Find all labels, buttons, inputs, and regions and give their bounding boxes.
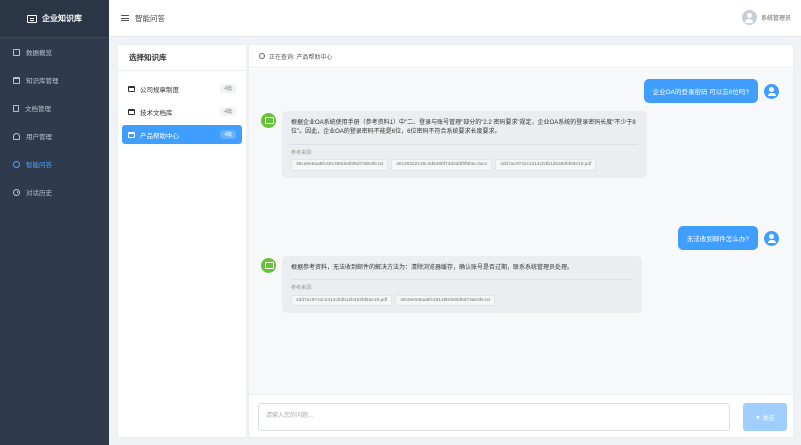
reference-file[interactable]: 4dd7ac9742c2414cb3b12b492fd63e19.pdf [495, 159, 597, 171]
sidebar-item-qa[interactable]: 智能问答 [0, 150, 109, 178]
sidebar-item-label: 数据概览 [26, 50, 52, 57]
sidebar-item-label: 对话历史 [26, 190, 52, 197]
reference-file[interactable]: 4dd7ac9742c2414cb3b12b492fd63e19.pdf [291, 295, 393, 307]
reference-file[interactable]: 36c5e0e5aa6fc461480de6bf8d73de3fe.txt [395, 295, 496, 307]
kb-panel-title: 选择知识库 [118, 45, 246, 71]
references: 参考来源: 4dd7ac9742c2414cb3b12b492fd63e19.p… [291, 279, 633, 307]
kb-panel: 选择知识库 公司规章制度 4篇 技术文档库 4篇 产品帮助中心 4篇 [117, 44, 247, 438]
kb-item-count: 4篇 [220, 84, 236, 93]
kb-item-count: 4篇 [220, 107, 236, 116]
document-icon [13, 104, 19, 112]
dashboard-icon [13, 48, 20, 56]
kb-item-label: 产品帮助中心 [140, 132, 179, 140]
reference-list: 4dd7ac9742c2414cb3b12b492fd63e19.pdf 36c… [291, 295, 633, 307]
references-label: 参考来源: [291, 149, 313, 156]
reference-file[interactable]: a0c29322125c4d5480f73d3d3f9f9f3e.docx [391, 159, 493, 171]
sidebar-item-history[interactable]: 对话历史 [0, 178, 109, 206]
sidebar-item-overview[interactable]: 数据概览 [0, 38, 109, 66]
send-button[interactable]: ➤ 发送 [743, 403, 787, 431]
reference-list: 36ca9e5aa6fc461480de6bf8d73de3fe.txt a0c… [291, 159, 638, 171]
bot-avatar-icon [261, 113, 276, 128]
menu-toggle-icon[interactable] [121, 15, 129, 21]
book-icon [27, 14, 37, 23]
message-list[interactable]: 企业OA的登录密码 可以忘6位吗? 根据企业OA系统使用手册（参考资料1）中"二… [249, 69, 793, 394]
bot-answer-text: 根据参考资料，无法收到邮件的解决方法为：清除浏览器缓存，确认账号是否过期，联系系… [291, 265, 574, 271]
bot-message: 根据参考资料，无法收到邮件的解决方法为：清除浏览器缓存，确认账号是否过期，联系系… [261, 256, 642, 314]
references-label: 参考来源: [291, 285, 313, 292]
input-area: 请输入您的问题... ➤ 发送 [249, 394, 793, 438]
folder-icon [128, 85, 135, 92]
user-bubble: 企业OA的登录密码 可以忘6位吗? [643, 79, 758, 103]
user-icon [13, 132, 20, 140]
kb-item-count: 4篇 [220, 130, 236, 139]
kb-item-company-rules[interactable]: 公司规章制度 4篇 [122, 79, 242, 98]
sidebar-item-users[interactable]: 用户管理 [0, 122, 109, 150]
sidebar-item-label: 文档管理 [25, 106, 51, 113]
question-icon [259, 53, 265, 59]
sidebar: 企业知识库 数据概览 知识库管理 文档管理 用户管理 智能问答 对话历史 [0, 0, 109, 445]
brand-title: 企业知识库 [42, 14, 82, 23]
send-label: 发送 [762, 415, 775, 422]
bot-bubble: 根据企业OA系统使用手册（参考资料1）中"二、登录与账号管理"部分的"2.2 密… [282, 111, 647, 178]
user-menu[interactable]: 系统管理员 [741, 10, 791, 25]
references: 参考来源: 36ca9e5aa6fc461480de6bf8d73de3fe.t… [291, 143, 638, 171]
brand: 企业知识库 [0, 0, 109, 38]
folder-icon [128, 131, 135, 138]
kb-item-product-help[interactable]: 产品帮助中心 4篇 [122, 125, 242, 144]
kb-item-tech-docs[interactable]: 技术文档库 4篇 [122, 102, 242, 121]
bot-avatar-icon [261, 258, 276, 273]
sidebar-item-label: 智能问答 [26, 162, 52, 169]
chat-status: 正在查询: 产品帮助中心 [249, 45, 793, 68]
bot-bubble: 根据参考资料，无法收到邮件的解决方法为：清除浏览器缓存，确认账号是否过期，联系系… [282, 256, 642, 314]
folder-icon [13, 76, 20, 84]
reference-file[interactable]: 36ca9e5aa6fc461480de6bf8d73de3fe.txt [291, 159, 389, 171]
sidebar-item-kb-management[interactable]: 知识库管理 [0, 66, 109, 94]
kb-item-label: 公司规章制度 [140, 86, 179, 94]
username: 系统管理员 [760, 16, 791, 22]
user-message: 无法收到邮件怎么办? [677, 226, 779, 250]
sidebar-item-label: 知识库管理 [26, 78, 59, 85]
sidebar-item-label: 用户管理 [26, 134, 52, 141]
question-input[interactable]: 请输入您的问题... [258, 403, 730, 431]
page-title: 智能问答 [135, 13, 165, 23]
kb-list: 公司规章制度 4篇 技术文档库 4篇 产品帮助中心 4篇 [118, 71, 246, 156]
bot-answer-text: 根据企业OA系统使用手册（参考资料1）中"二、登录与账号管理"部分的"2.2 密… [291, 120, 636, 136]
send-icon: ➤ [755, 414, 761, 421]
chat-panel: 正在查询: 产品帮助中心 企业OA的登录密码 可以忘6位吗? 根据企业OA系统使… [248, 44, 794, 438]
folder-icon [128, 108, 135, 115]
user-avatar-icon [764, 83, 779, 99]
top-bar: 智能问答 系统管理员 [109, 0, 801, 37]
chat-status-text: 正在查询: 产品帮助中心 [269, 54, 333, 61]
user-bubble: 无法收到邮件怎么办? [677, 226, 758, 250]
user-message: 企业OA的登录密码 可以忘6位吗? [643, 79, 779, 103]
bot-message: 根据企业OA系统使用手册（参考资料1）中"二、登录与账号管理"部分的"2.2 密… [261, 111, 647, 178]
history-icon [13, 188, 20, 196]
kb-item-label: 技术文档库 [140, 109, 173, 117]
sidebar-item-documents[interactable]: 文档管理 [0, 94, 109, 122]
chat-icon [13, 160, 20, 168]
user-avatar-icon [764, 230, 779, 246]
avatar [741, 10, 757, 25]
